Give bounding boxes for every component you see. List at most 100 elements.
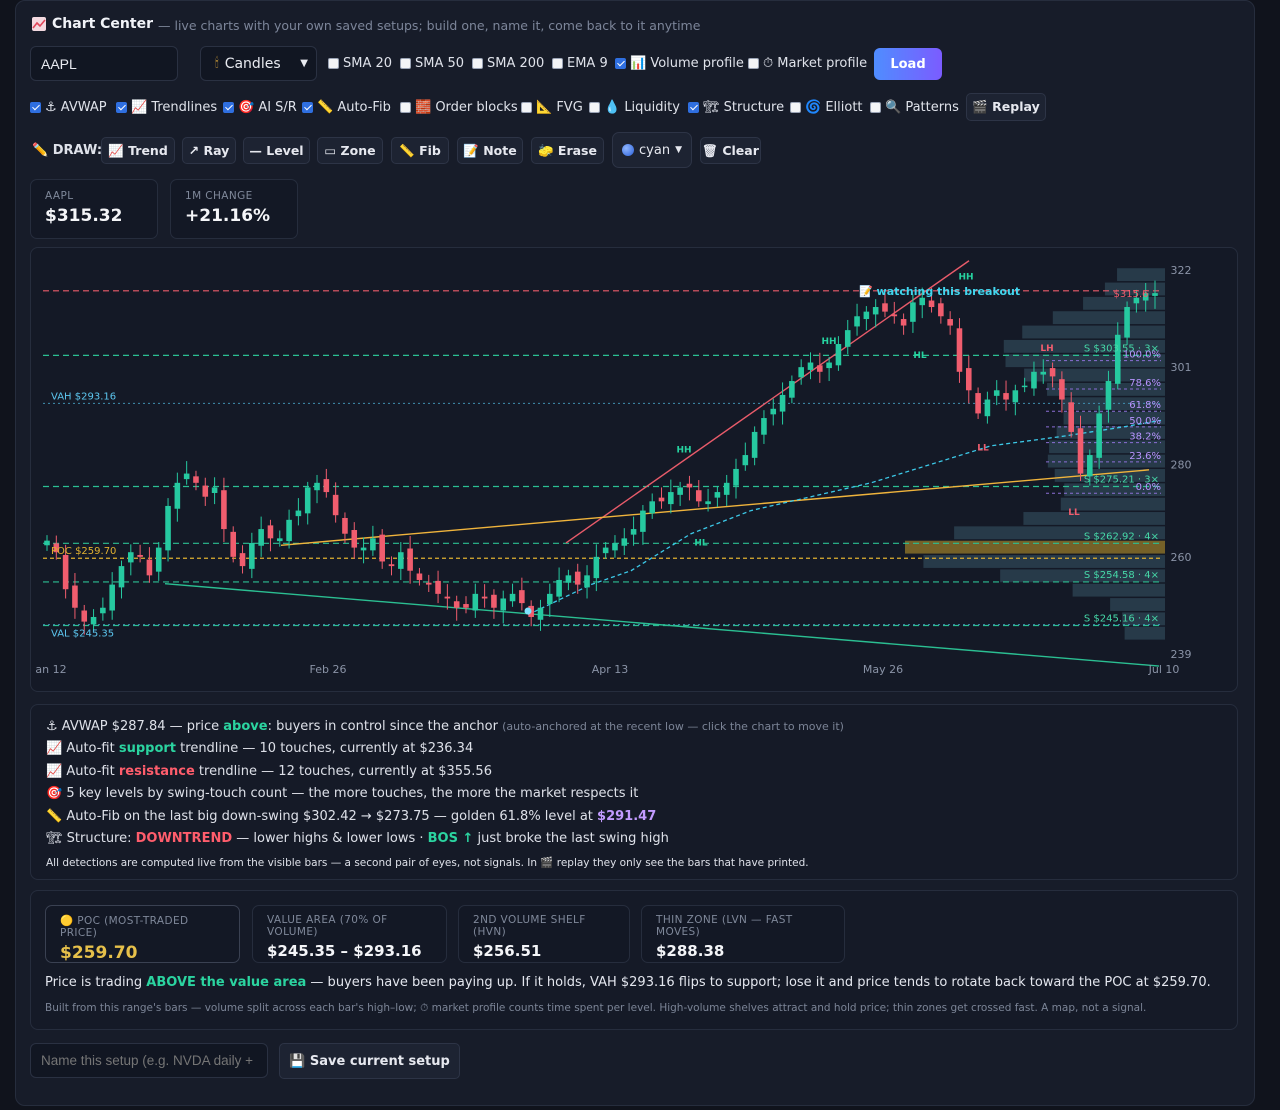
- checkbox[interactable]: [790, 102, 801, 113]
- text: $291.47: [597, 809, 657, 824]
- detect-liquidity[interactable]: 💧 Liquidity: [589, 100, 688, 115]
- checkbox[interactable]: [400, 58, 411, 69]
- symbol-input[interactable]: [30, 46, 178, 81]
- candle-body: [584, 575, 590, 588]
- candle-body: [891, 314, 898, 317]
- overlay-sma200[interactable]: SMA 200: [472, 56, 552, 71]
- detect-avwap[interactable]: ⚓ AVWAP: [30, 100, 116, 115]
- change-card: 1M CHANGE +21.16%: [170, 179, 298, 239]
- fib-level-label: 0.0%: [1136, 482, 1161, 493]
- candle-body: [1096, 413, 1102, 458]
- detect-patterns[interactable]: 🔍 Patterns: [870, 100, 959, 115]
- checkbox[interactable]: [223, 102, 234, 113]
- candle-body: [1049, 368, 1056, 377]
- candle-body: [72, 585, 78, 608]
- checkbox[interactable]: [472, 58, 483, 69]
- detect-fvg[interactable]: 📐 FVG: [521, 100, 589, 115]
- detect-structure[interactable]: 🏗 Structure: [688, 100, 790, 115]
- load-button[interactable]: Load: [874, 48, 942, 80]
- candle-body: [695, 490, 702, 502]
- avwap-anchor-marker: [524, 607, 532, 615]
- draw-label: ✏️ DRAW:: [32, 143, 103, 158]
- volume-profile-bar: [1072, 583, 1165, 597]
- chart-canvas[interactable]: 322 301 280 260 239 an 12 Feb 26 Apr 13 May 26 Ju…: [31, 248, 1237, 691]
- candle-body: [351, 530, 358, 548]
- candle-body: [332, 494, 339, 516]
- draw-fib-button[interactable]: 📏 Fib: [391, 137, 449, 164]
- hvn-label: 2ND VOLUME SHELF (HVN): [473, 914, 586, 938]
- price-chart[interactable]: 322 301 280 260 239 an 12 Feb 26 Apr 13 May 26 Ju…: [30, 247, 1238, 692]
- candle-body: [1059, 379, 1065, 400]
- chevron-down-icon: ▼: [675, 145, 682, 155]
- x-tick-label: Jul 10: [1148, 663, 1180, 676]
- checkbox[interactable]: [302, 102, 313, 113]
- candle-body: [770, 408, 777, 415]
- volume-profile-footnote: Built from this range's bars — volume sp…: [45, 1002, 1147, 1014]
- candle-body: [1021, 385, 1028, 388]
- candle-body: [1068, 402, 1074, 432]
- candle-body: [453, 601, 460, 608]
- text: 📈 Auto-fit: [46, 741, 119, 756]
- replay-button[interactable]: 🎬 Replay: [966, 93, 1046, 121]
- checkbox[interactable]: [521, 102, 532, 113]
- checkbox[interactable]: [748, 58, 759, 69]
- fib-level-label: 23.6%: [1129, 451, 1161, 462]
- candle-body: [500, 598, 507, 611]
- candle-body: [798, 367, 804, 378]
- draw-ray-button[interactable]: ↗ Ray: [182, 137, 236, 164]
- save-setup-button[interactable]: 💾 Save current setup: [279, 1043, 460, 1079]
- chart-type-value: Candles: [224, 55, 281, 72]
- detect-elliott[interactable]: 🌀 Elliott: [790, 100, 870, 115]
- detect-label: 📐 FVG: [536, 100, 583, 115]
- text: Price is trading: [45, 975, 147, 990]
- checkbox[interactable]: [615, 58, 626, 69]
- candle-body: [556, 579, 562, 597]
- hvn-card: 2ND VOLUME SHELF (HVN) $256.51: [458, 905, 630, 963]
- candle-body: [1087, 455, 1093, 477]
- candle-body: [947, 319, 953, 326]
- poc-card-label: 🟡 POC (MOST-TRADED PRICE): [60, 915, 189, 939]
- checkbox[interactable]: [116, 102, 127, 113]
- price-card: AAPL $315.32: [30, 179, 158, 239]
- checkbox[interactable]: [589, 102, 600, 113]
- checkbox[interactable]: [870, 102, 881, 113]
- change-card-value: +21.16%: [185, 206, 271, 226]
- overlay-volume-profile[interactable]: 📊 Volume profile: [615, 56, 748, 71]
- candle-icon: 🕯: [215, 56, 219, 71]
- overlay-sma50[interactable]: SMA 50: [400, 56, 472, 71]
- fib-level-label: 100.0%: [1123, 350, 1161, 361]
- checkbox[interactable]: [328, 58, 339, 69]
- checkbox[interactable]: [688, 102, 699, 113]
- chart-type-select[interactable]: 🕯 Candles ▼: [200, 46, 317, 81]
- detect-ai-sr[interactable]: 🎯 AI S/R: [223, 100, 302, 115]
- detect-auto-fib[interactable]: 📏 Auto-Fib: [302, 100, 400, 115]
- detect-trendlines[interactable]: 📈 Trendlines: [116, 100, 223, 115]
- detect-label: 📈 Trendlines: [131, 100, 218, 115]
- checkbox[interactable]: [552, 58, 563, 69]
- setup-name-input[interactable]: [30, 1043, 268, 1078]
- detect-order-blocks[interactable]: 🧱 Order blocks: [400, 100, 521, 115]
- draw-zone-button[interactable]: ▭ Zone: [317, 137, 383, 164]
- candle-body: [509, 593, 516, 602]
- clear-drawings-button[interactable]: 🗑 Clear: [700, 137, 761, 164]
- draw-color-select[interactable]: cyan ▼: [612, 132, 692, 168]
- structure-label: HH: [821, 337, 836, 347]
- checkbox[interactable]: [30, 102, 41, 113]
- draw-level-button[interactable]: — Level: [243, 137, 310, 164]
- val-label: VAL $245.35: [51, 629, 114, 640]
- x-tick-label: an 12: [35, 663, 66, 676]
- text: trendline — 12 touches, currently at $35…: [194, 764, 492, 779]
- draw-note-button[interactable]: 📝 Note: [457, 137, 523, 164]
- overlay-ema9[interactable]: EMA 9: [552, 56, 615, 71]
- detect-label: 🧱 Order blocks: [415, 100, 518, 115]
- overlay-market-profile[interactable]: ⏱ Market profile: [748, 56, 867, 71]
- lvn-label: THIN ZONE (LVN — FAST MOVES): [656, 914, 793, 938]
- volume-profile-bar: [1023, 512, 1165, 525]
- checkbox[interactable]: [400, 102, 411, 113]
- overlay-sma20[interactable]: SMA 20: [328, 56, 400, 71]
- candle-body: [817, 365, 823, 372]
- candle-body: [90, 616, 97, 625]
- draw-erase-button[interactable]: 🧽 Erase: [531, 137, 604, 164]
- detections-footnote: All detections are computed live from th…: [46, 857, 809, 869]
- draw-trend-button[interactable]: 📈 Trend: [101, 137, 175, 164]
